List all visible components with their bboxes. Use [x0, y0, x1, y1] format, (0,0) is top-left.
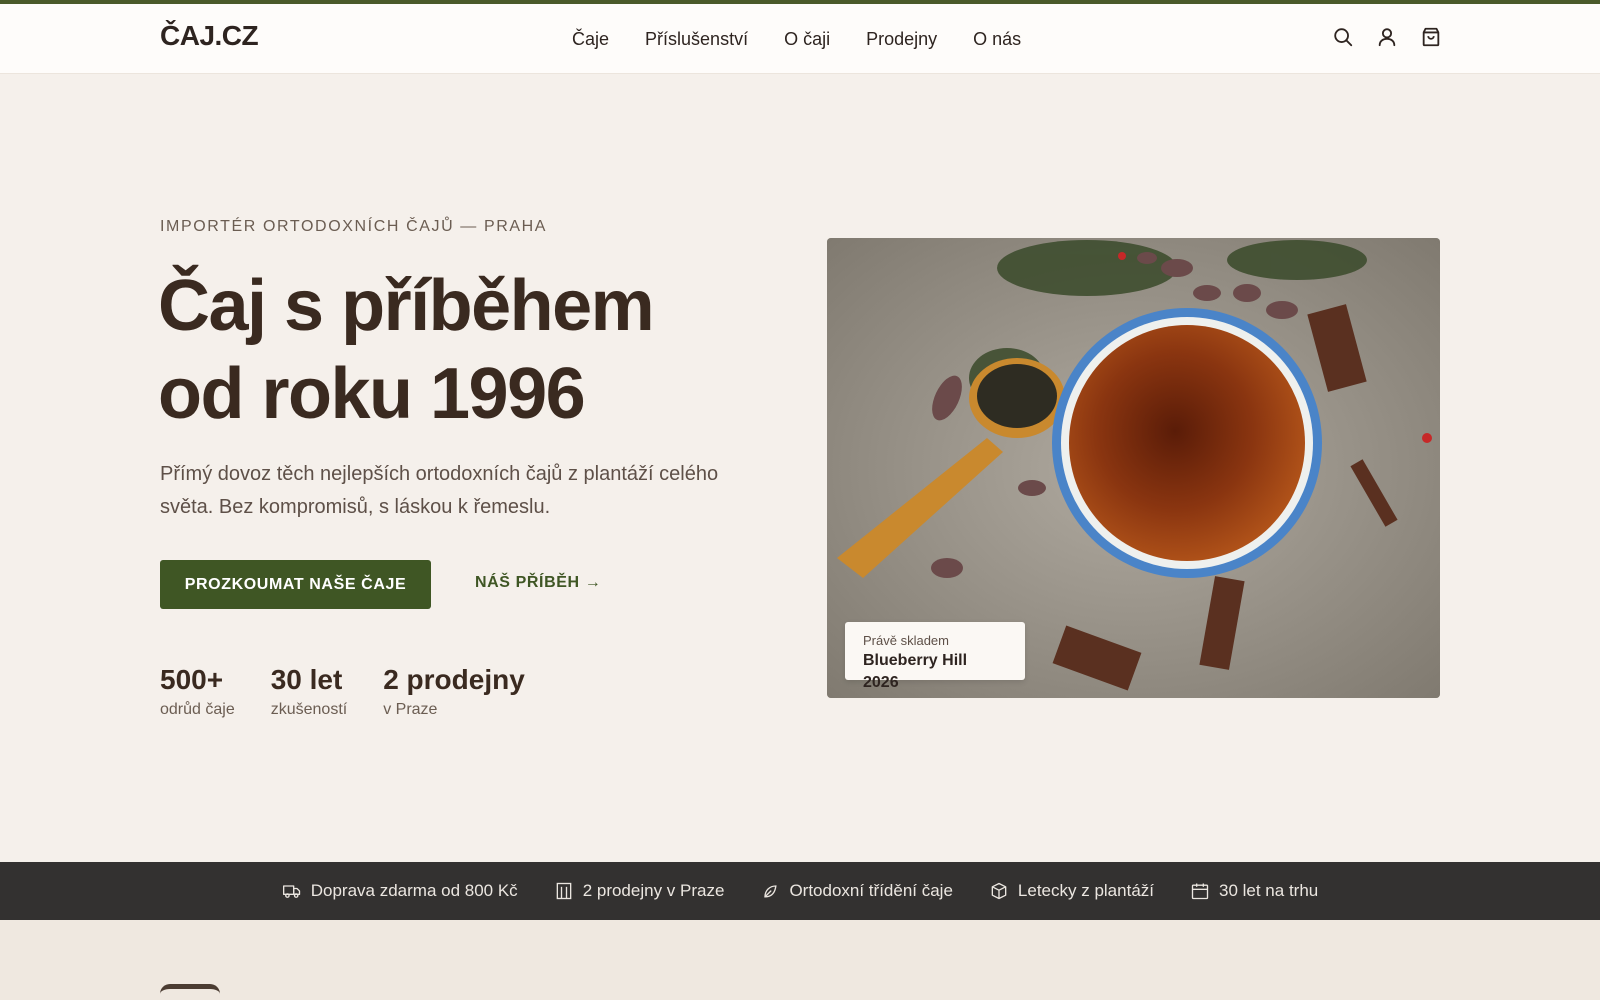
stat-label: odrůd čaje [160, 701, 235, 718]
hero-stats: 500+ odrůd čaje 30 let zkušeností 2 prod… [160, 660, 525, 720]
truck-icon [282, 881, 302, 901]
badge-product-name: Blueberry Hill 2026 [863, 652, 968, 691]
in-stock-badge[interactable]: Právě skladem Blueberry Hill 2026 [845, 622, 1025, 691]
hero-title-line-2: od roku 1996 [158, 354, 586, 434]
leaf-icon [760, 881, 780, 901]
store-icon [554, 881, 574, 901]
stat-label: v Praze [383, 701, 438, 718]
user-icon[interactable] [1376, 26, 1398, 48]
stat-value: 30 let [270, 664, 343, 695]
feature-label: 2 prodejny v Praze [582, 881, 725, 900]
hero-title-line-1: Čaj s příběhem [158, 266, 655, 346]
our-story-link[interactable]: NÁŠ PŘÍBĚH → [475, 574, 601, 592]
hero-tea-image: Právě skladem Blueberry Hill 2026 [827, 238, 1440, 698]
feature-label: Letecky z plantáží [1017, 881, 1154, 900]
feature-label: Doprava zdarma od 800 Kč [310, 881, 518, 900]
badge-caption: Právě skladem [863, 633, 949, 648]
cart-icon[interactable] [1420, 26, 1442, 48]
main-nav: Čaje Příslušenství O čaji Prodejny O nás [572, 29, 1021, 50]
header-actions [1332, 26, 1442, 48]
feature-years: 30 let na trhu [1190, 881, 1318, 901]
next-section [0, 920, 1600, 1000]
stat-value: 500+ [160, 664, 224, 695]
feature-orthodox: Ortodoxní třídění čaje [760, 881, 953, 901]
feature-label: 30 let na trhu [1219, 881, 1319, 900]
features-strip: Doprava zdarma od 800 Kč 2 prodejny v Pr… [0, 862, 1600, 920]
stat-label: zkušeností [270, 701, 348, 718]
stat-value: 2 prodejny [383, 664, 525, 695]
stat-experience: 30 let zkušeností [271, 660, 347, 720]
nav-item-o-nas[interactable]: O nás [973, 29, 1021, 50]
site-header: ČAJ.CZ Čaje Příslušenství O čaji Prodejn… [0, 4, 1600, 74]
nav-item-caje[interactable]: Čaje [572, 29, 609, 50]
nav-item-prislusenstvi[interactable]: Příslušenství [645, 29, 748, 50]
next-section-heading-fragment [160, 984, 220, 994]
explore-teas-button[interactable]: PROZKOUMAT NAŠE ČAJE [160, 560, 431, 609]
nav-item-prodejny[interactable]: Prodejny [866, 29, 937, 50]
feature-air-delivery: Letecky z plantáží [989, 881, 1154, 901]
feature-label: Ortodoxní třídění čaje [789, 881, 953, 900]
box-icon [989, 881, 1009, 901]
search-icon[interactable] [1332, 26, 1354, 48]
feature-stores: 2 prodejny v Praze [554, 881, 725, 901]
hero-eyebrow: IMPORTÉR ORTODOXNÍCH ČAJŮ — PRAHA [160, 218, 548, 235]
nav-item-o-caji[interactable]: O čaji [784, 29, 830, 50]
hero-lead: Přímý dovoz těch nejlepších ortodoxních … [160, 463, 719, 518]
site-logo[interactable]: ČAJ.CZ [160, 20, 259, 52]
calendar-icon [1190, 881, 1210, 901]
stat-varieties: 500+ odrůd čaje [160, 660, 235, 720]
feature-free-shipping: Doprava zdarma od 800 Kč [282, 881, 518, 901]
hero-title: Čaj s příběhem od roku 1996 [158, 262, 798, 438]
stat-stores: 2 prodejny v Praze [383, 660, 525, 720]
